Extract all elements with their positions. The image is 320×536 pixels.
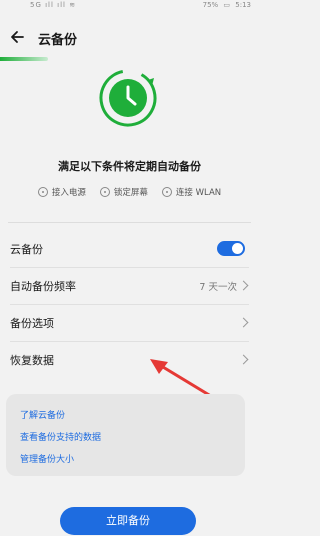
signal-indicators: 5G ıll ıll ≋ xyxy=(30,1,77,9)
condition-label: 连接 WLAN xyxy=(175,188,222,198)
cloud-backup-toggle[interactable] xyxy=(217,241,245,256)
status-right: 75% ▭ 5:13 xyxy=(200,1,251,9)
battery-icon: ▭ xyxy=(223,1,231,9)
row-label: 云备份 xyxy=(10,242,43,256)
row-label: 恢复数据 xyxy=(10,353,54,367)
row-backup-options[interactable]: 备份选项 xyxy=(0,304,259,341)
info-card: 了解云备份 查看备份支持的数据 管理备份大小 xyxy=(6,394,245,476)
link-manage-backup-size[interactable]: 管理备份大小 xyxy=(20,452,74,465)
chevron-right-icon xyxy=(238,280,249,291)
divider xyxy=(8,222,251,223)
frequency-value: 7 天一次 xyxy=(199,281,237,293)
status-bar: 5G ıll ıll ≋ 75% ▭ 5:13 xyxy=(0,0,259,14)
row-cloud-backup[interactable]: 云备份 xyxy=(0,230,259,267)
settings-list: 云备份 自动备份频率 7 天一次 备份选项 恢复数据 xyxy=(0,230,259,378)
battery-level: 75% xyxy=(202,1,219,9)
row-restore-data[interactable]: 恢复数据 xyxy=(0,341,259,378)
header: 云备份 xyxy=(0,24,259,54)
condition-lock: 锁定屏幕 xyxy=(99,184,148,200)
condition-wlan: 连接 WLAN xyxy=(161,184,222,200)
row-label: 自动备份频率 xyxy=(10,279,76,293)
condition-label: 接入电源 xyxy=(51,188,86,198)
condition-power: 接入电源 xyxy=(37,184,86,200)
page-title: 云备份 xyxy=(38,33,78,48)
back-arrow-icon[interactable] xyxy=(8,27,28,47)
backup-now-button[interactable]: 立即备份 xyxy=(60,507,196,535)
lock-icon xyxy=(99,187,110,197)
clock: 5:13 xyxy=(235,1,251,9)
chevron-right-icon xyxy=(238,354,249,365)
progress-accent xyxy=(0,57,48,61)
hero-title: 满足以下条件将定期自动备份 xyxy=(58,160,201,173)
backup-conditions: 接入电源 锁定屏幕 连接 WLAN xyxy=(0,184,259,200)
condition-label: 锁定屏幕 xyxy=(113,188,148,198)
wifi-icon xyxy=(161,187,172,197)
link-supported-data[interactable]: 查看备份支持的数据 xyxy=(20,430,101,443)
link-learn-cloud-backup[interactable]: 了解云备份 xyxy=(20,408,65,421)
cloud-backup-clock-icon xyxy=(99,69,157,127)
power-plug-icon xyxy=(37,187,48,197)
chevron-right-icon xyxy=(238,317,249,328)
row-label: 备份选项 xyxy=(10,316,54,330)
row-backup-frequency[interactable]: 自动备份频率 7 天一次 xyxy=(0,267,259,304)
